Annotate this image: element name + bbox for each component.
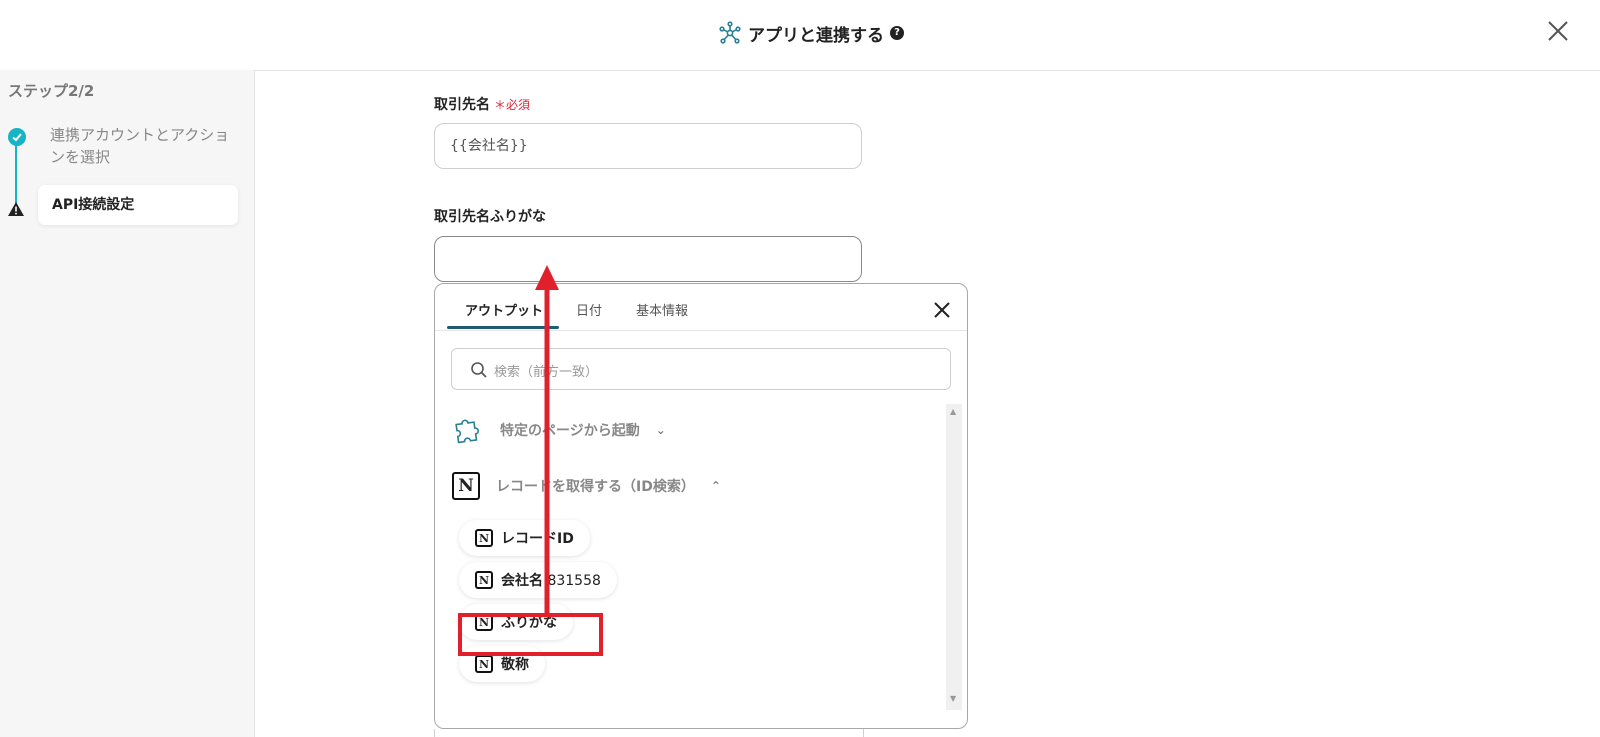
search-placeholder: 検索（前方一致） [494,365,599,380]
item-name: レコードID [501,531,574,547]
step-sidebar: ステップ2/2 連携アカウントとアクションを選択 API接続設定 [0,70,255,737]
picker-tabs: アウトプット 日付 基本情報 [435,284,967,331]
scroll-down-arrow-icon[interactable]: ▼ [950,694,956,703]
company-name-input[interactable]: {{会社名}} [434,123,862,169]
furigana-label: 取引先名ふりがな [434,209,546,225]
close-icon[interactable] [932,300,952,320]
tab-basic-info[interactable]: 基本情報 [636,300,688,319]
item-name: ふりがな [501,615,557,631]
company-name-label-text: 取引先名 [434,97,490,113]
step-connector-line [15,140,17,208]
output-item-honorific[interactable]: N 敬称 [459,646,545,682]
group-label: レコードを取得する（ID検索） [496,479,695,495]
help-icon[interactable]: ? [890,26,904,40]
furigana-input[interactable] [434,236,862,282]
notion-icon: N [475,613,493,631]
step-item-select-action[interactable]: 連携アカウントとアクションを選択 [50,124,230,168]
output-item-record-id[interactable]: N レコードID [459,520,590,556]
search-icon [471,362,487,378]
item-name: 会社名 [501,573,543,589]
group-get-record[interactable]: N レコードを取得する（ID検索） ⌃ [452,472,721,500]
company-name-label: 取引先名 ＊必須 [434,94,530,114]
step-item-api-settings[interactable]: API接続設定 [38,185,238,225]
header-bar: アプリと連携する ? [0,0,1600,71]
warning-icon [8,202,24,216]
variable-picker-popup: アウトプット 日付 基本情報 検索（前方一致） 特定のページから起動 ⌄ N レ… [434,283,968,729]
scrollbar[interactable] [946,404,962,710]
chevron-down-icon: ⌄ [655,423,666,437]
puzzle-icon [455,419,479,444]
item-name: 敬称 [501,657,529,673]
group-page-trigger[interactable]: 特定のページから起動 ⌄ [452,414,666,446]
next-field-edge [434,729,864,737]
search-field[interactable]: 検索（前方一致） [451,348,951,390]
check-circle-icon [8,128,26,146]
integration-network-icon [719,21,741,44]
close-icon[interactable] [1545,18,1571,44]
required-badge: ＊必須 [494,98,531,112]
step-header: ステップ2/2 [8,82,95,100]
notion-icon: N [475,571,493,589]
scroll-up-arrow-icon[interactable]: ▲ [950,407,956,416]
tab-date[interactable]: 日付 [576,300,602,319]
output-item-furigana[interactable]: N ふりがな [459,604,573,640]
output-item-company-name[interactable]: N 会社名 831558 [459,562,617,598]
page-title: アプリと連携する ? [718,18,904,48]
notion-icon: N [475,655,493,673]
company-name-value: {{会社名}} [450,138,528,154]
tab-output[interactable]: アウトプット [465,300,543,319]
chevron-up-icon: ⌃ [710,479,721,493]
notion-icon: N [475,529,493,547]
page-title-text: アプリと連携する [748,25,884,46]
active-tab-indicator [447,326,559,329]
notion-icon: N [452,472,480,500]
group-label: 特定のページから起動 [500,423,640,439]
item-value: 831558 [547,573,601,589]
